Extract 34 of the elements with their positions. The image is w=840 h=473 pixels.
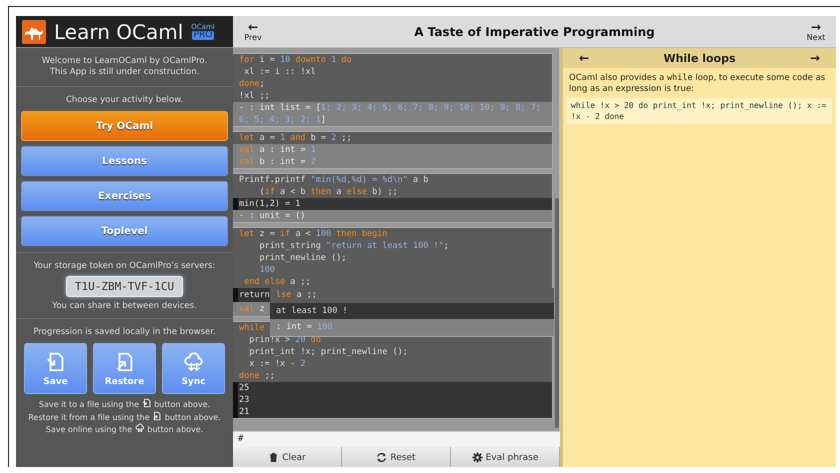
lesson-title: While loops — [662, 52, 737, 64]
token-field[interactable]: T1U-ZBM-TVF-1CU — [66, 276, 184, 297]
lesson-text: OCaml also provides a while loop, to execute some code as long as an expression is true: — [568, 72, 826, 96]
refresh-icon — [376, 452, 388, 463]
help-text: Save online using the button above. — [46, 423, 204, 436]
file-arrow-icon — [142, 398, 152, 408]
file-arrow-icon — [152, 410, 162, 420]
app-title: Learn OCaml — [54, 20, 184, 44]
code-example[interactable]: while !x > 20 do print_int !x; print_newline (); x := !x - 2 done — [567, 98, 832, 124]
input-field[interactable]: # — [233, 431, 560, 447]
next-step-button[interactable]: → — [802, 51, 828, 65]
toolbar-button[interactable]: Clear — [233, 447, 342, 467]
toolbar-button[interactable]: Reset — [342, 447, 451, 467]
cloud-arrows-icon — [134, 423, 145, 433]
activity-prompt: Choose your activity below. — [66, 95, 183, 106]
trash-icon — [268, 452, 280, 463]
toolbar-button[interactable]: Eval phrase — [451, 447, 560, 467]
welcome-text: Welcome to LearnOCaml by OCamlPro. — [42, 56, 208, 67]
gear-icon — [472, 452, 483, 463]
page-title: A Taste of Imperative Programming — [413, 24, 656, 38]
prev-step-button[interactable]: ← — [571, 51, 598, 65]
file-arrow-icon — [44, 350, 66, 372]
progress-note: Progression is saved locally in the browser. — [33, 327, 216, 338]
pro-badge: PRO — [192, 30, 214, 40]
share-note: You can share it between devices. — [52, 301, 197, 312]
prev-button[interactable]: ← Prev — [233, 21, 273, 42]
help-text: Restore it from a file using the button above. — [28, 410, 221, 423]
storage-label: Your storage token on OCamlPro’s servers: — [34, 261, 216, 272]
help-text: Save it to a file using the button above. — [38, 398, 210, 410]
welcome-text: This App is still under construction. — [50, 67, 200, 78]
camel-logo-icon — [22, 20, 46, 44]
scrollbar[interactable] — [555, 198, 559, 428]
next-button[interactable]: → Next — [796, 21, 836, 42]
cloud-arrows-icon — [182, 350, 204, 372]
